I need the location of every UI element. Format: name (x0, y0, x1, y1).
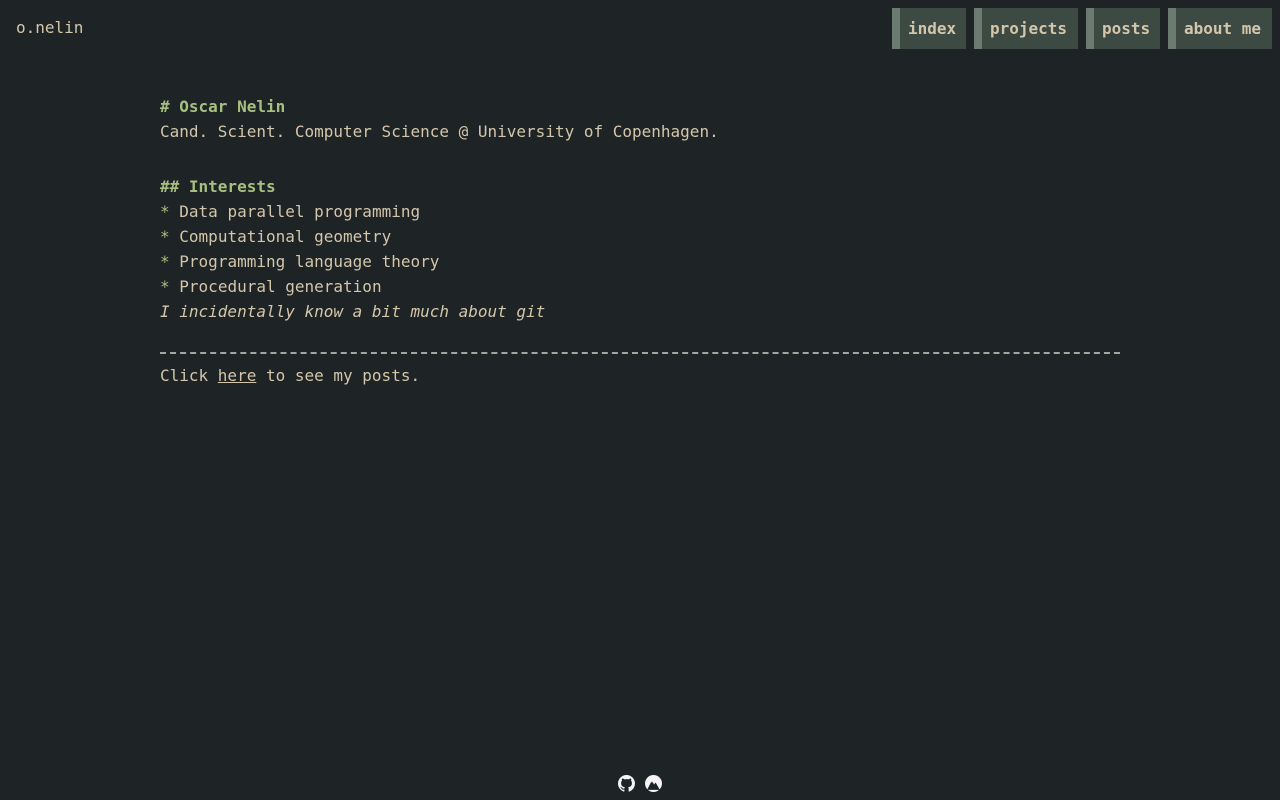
github-icon[interactable] (618, 775, 635, 792)
interest-label: Procedural generation (179, 277, 382, 296)
interest-label: Computational geometry (179, 227, 392, 246)
site-brand-link[interactable]: o.nelin (16, 18, 83, 38)
main-content: # Oscar Nelin Cand. Scient. Computer Sci… (160, 94, 1122, 388)
posts-link[interactable]: here (218, 366, 257, 385)
git-note: I incidentally know a bit much about git (160, 302, 546, 321)
bullet-marker: * (160, 277, 170, 296)
list-item: * Data parallel programming (160, 199, 1122, 224)
nav-item-posts[interactable]: posts (1086, 8, 1160, 49)
nav-item-projects[interactable]: projects (974, 8, 1078, 49)
posts-cta: Click here to see my posts. (160, 363, 1122, 388)
top-bar: o.nelin index projects posts about me (0, 0, 1280, 56)
cta-suffix: to see my posts. (256, 366, 421, 385)
list-item: * Computational geometry (160, 224, 1122, 249)
interest-label: Data parallel programming (179, 202, 421, 221)
bullet-marker: * (160, 252, 170, 271)
footer (0, 775, 1280, 792)
list-item: * Programming language theory (160, 249, 1122, 274)
main-nav: index projects posts about me (892, 8, 1272, 49)
page-title: # Oscar Nelin (160, 97, 286, 116)
interest-label: Programming language theory (179, 252, 440, 271)
divider (160, 352, 1120, 354)
bullet-marker: * (160, 202, 170, 221)
interests-heading: ## Interests (160, 177, 276, 196)
list-item: * Procedural generation (160, 274, 1122, 299)
bullet-marker: * (160, 227, 170, 246)
nav-item-index[interactable]: index (892, 8, 966, 49)
nav-item-about-me[interactable]: about me (1168, 8, 1272, 49)
mountain-icon[interactable] (645, 775, 662, 792)
page-subtitle: Cand. Scient. Computer Science @ Univers… (160, 122, 719, 141)
cta-prefix: Click (160, 366, 218, 385)
